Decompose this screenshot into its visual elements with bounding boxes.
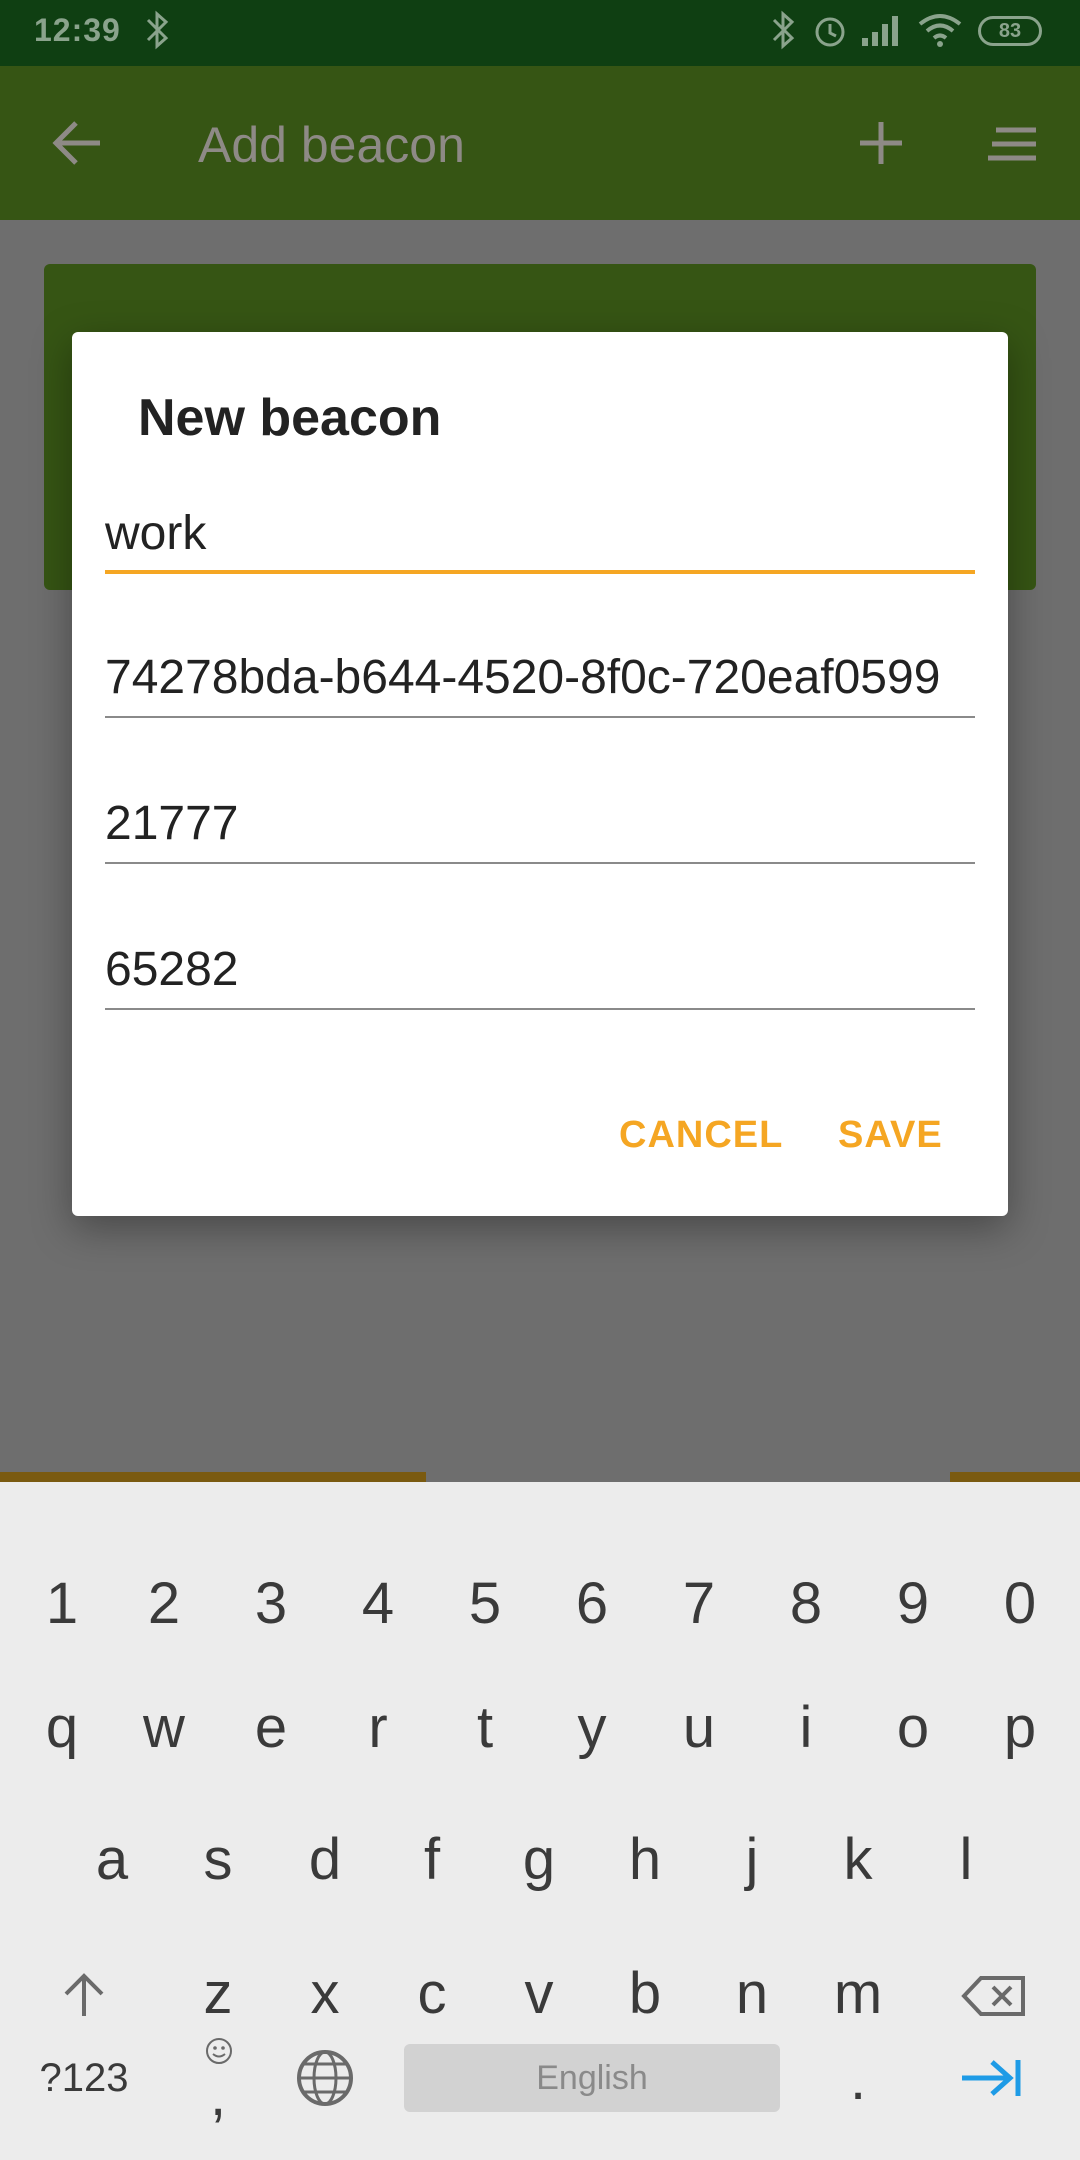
key-n[interactable]: n (707, 1944, 797, 2044)
key-s[interactable]: s (173, 1810, 263, 1910)
key-w[interactable]: w (119, 1678, 209, 1778)
key-e[interactable]: e (226, 1678, 316, 1778)
key-t[interactable]: t (440, 1678, 530, 1778)
key-7[interactable]: 7 (654, 1554, 744, 1654)
key-5[interactable]: 5 (440, 1554, 530, 1654)
globe-icon[interactable] (280, 2028, 370, 2128)
symbols-key[interactable]: ?123 (24, 2028, 144, 2128)
key-l[interactable]: l (921, 1810, 1011, 1910)
keyboard-accent-strip-right (950, 1472, 1080, 1482)
key-9[interactable]: 9 (868, 1554, 958, 1654)
new-beacon-dialog: New beacon work 74278bda-b644-4520-8f0c-… (72, 332, 1008, 1216)
tab-next-icon[interactable] (947, 2028, 1037, 2128)
save-button[interactable]: SAVE (838, 1114, 943, 1157)
space-bar[interactable]: English (404, 2044, 780, 2112)
beacon-name-field[interactable]: work (105, 504, 975, 574)
key-b[interactable]: b (600, 1944, 690, 2044)
key-h[interactable]: h (600, 1810, 690, 1910)
emoji-comma-key[interactable]: , (173, 2026, 263, 2128)
app-bar: Add beacon (0, 66, 1080, 220)
key-u[interactable]: u (654, 1678, 744, 1778)
beacon-minor-field[interactable]: 65282 (105, 940, 975, 1010)
key-v[interactable]: v (494, 1944, 584, 2044)
plus-icon[interactable] (856, 118, 906, 168)
key-0[interactable]: 0 (975, 1554, 1065, 1654)
status-bar: 12:39 83 (0, 0, 1080, 66)
period-key[interactable]: . (813, 2030, 903, 2130)
status-time: 12:39 (34, 12, 121, 48)
beacon-major-field[interactable]: 21777 (105, 794, 975, 864)
key-m[interactable]: m (813, 1944, 903, 2044)
beacon-uuid-field[interactable]: 74278bda-b644-4520-8f0c-720eaf0599 (105, 648, 975, 718)
bluetooth-vibrate-icon (140, 10, 176, 50)
key-2[interactable]: 2 (119, 1554, 209, 1654)
key-j[interactable]: j (707, 1810, 797, 1910)
key-3[interactable]: 3 (226, 1554, 316, 1654)
cancel-button[interactable]: CANCEL (619, 1114, 783, 1157)
key-i[interactable]: i (761, 1678, 851, 1778)
key-f[interactable]: f (387, 1810, 477, 1910)
key-1[interactable]: 1 (17, 1554, 107, 1654)
dialog-title: New beacon (138, 389, 442, 447)
key-q[interactable]: q (17, 1678, 107, 1778)
sort-icon[interactable] (988, 124, 1040, 164)
page-title: Add beacon (198, 117, 465, 173)
soft-keyboard: 1 2 3 4 5 6 7 8 9 0 q w e r t y u i o p … (0, 1482, 1080, 2160)
arrow-left-icon[interactable] (50, 118, 106, 168)
alarm-icon (810, 10, 850, 50)
key-o[interactable]: o (868, 1678, 958, 1778)
key-d[interactable]: d (280, 1810, 370, 1910)
key-r[interactable]: r (333, 1678, 423, 1778)
key-4[interactable]: 4 (333, 1554, 423, 1654)
key-a[interactable]: a (67, 1810, 157, 1910)
comma-label: , (209, 2063, 227, 2128)
key-8[interactable]: 8 (761, 1554, 851, 1654)
key-k[interactable]: k (813, 1810, 903, 1910)
key-y[interactable]: y (547, 1678, 637, 1778)
battery-indicator: 83 (978, 16, 1042, 46)
bluetooth-icon (768, 10, 798, 50)
key-6[interactable]: 6 (547, 1554, 637, 1654)
signal-icon (860, 10, 904, 50)
key-g[interactable]: g (494, 1810, 584, 1910)
key-c[interactable]: c (387, 1944, 477, 2044)
wifi-icon (916, 10, 964, 50)
keyboard-accent-strip-left (0, 1472, 426, 1482)
key-p[interactable]: p (975, 1678, 1065, 1778)
